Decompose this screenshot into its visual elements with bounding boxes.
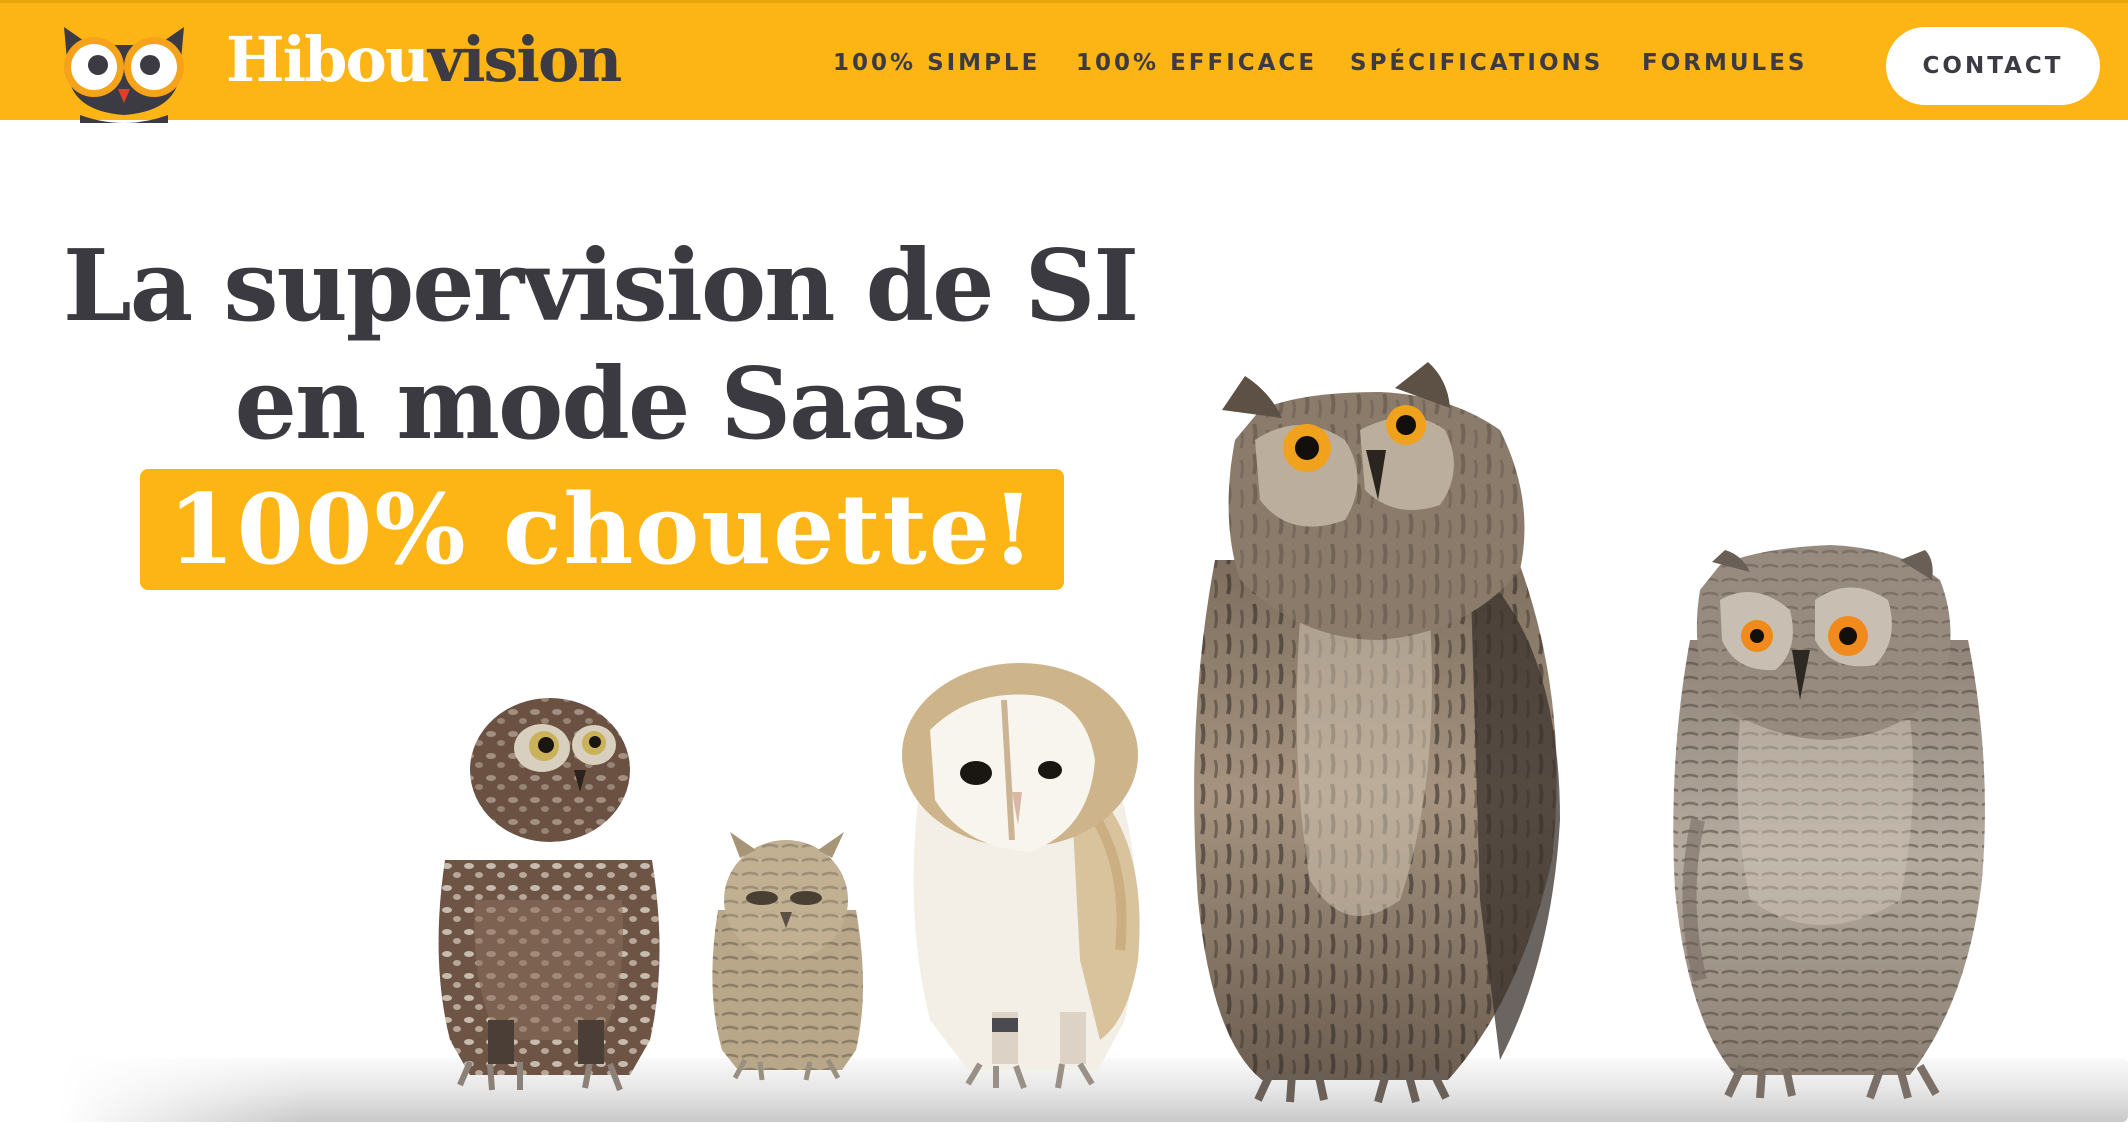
site-logo[interactable]: Hibouvision	[226, 23, 622, 96]
boobook-owl	[438, 698, 660, 1092]
barn-owl	[902, 663, 1140, 1090]
site-header: Hibouvision 100% SIMPLE 100% EFFICACE SP…	[0, 0, 2128, 123]
eagle-owl-large	[1194, 362, 1560, 1104]
logo-text-hibou: Hibou	[226, 23, 430, 96]
nav-formules[interactable]: FORMULES	[1642, 50, 1807, 76]
logo-text-vision: vision	[427, 23, 622, 96]
eagle-owl-right	[1673, 545, 1985, 1100]
owls-illustration	[60, 362, 2128, 1122]
nav-100-efficace[interactable]: 100% EFFICACE	[1076, 50, 1317, 76]
scops-owl	[712, 832, 863, 1081]
hero-title-line1: La supervision de SI	[62, 229, 1139, 344]
owl-logo-icon[interactable]	[50, 11, 198, 123]
nav-100-simple[interactable]: 100% SIMPLE	[833, 50, 1040, 76]
nav-specifications[interactable]: SPÉCIFICATIONS	[1350, 50, 1603, 76]
contact-button[interactable]: CONTACT	[1886, 27, 2100, 105]
